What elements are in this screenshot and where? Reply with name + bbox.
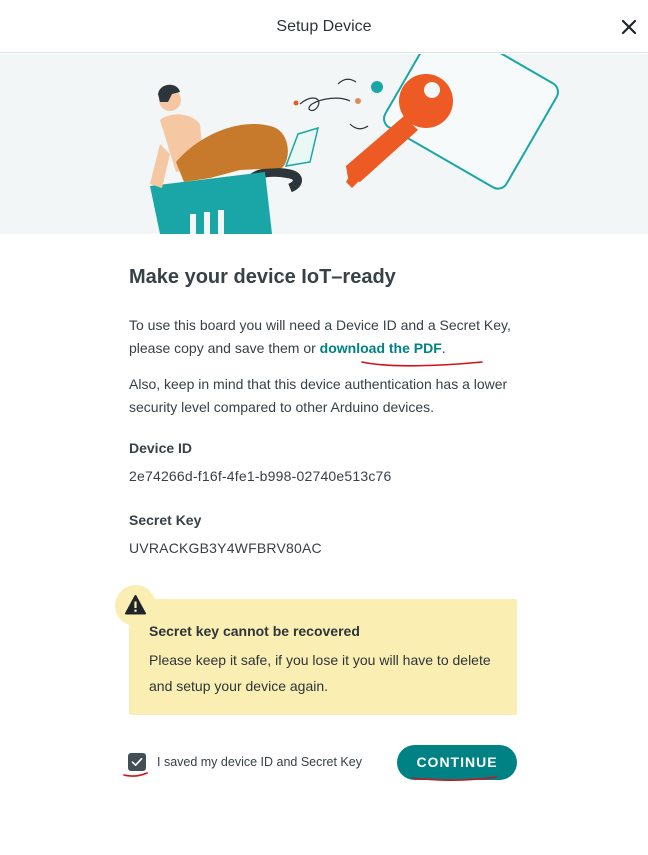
security-note-paragraph: Also, keep in mind that this device auth… xyxy=(129,376,508,415)
close-button[interactable] xyxy=(616,14,642,40)
dialog-title: Setup Device xyxy=(276,18,372,35)
secret-key-value: UVRACKGB3Y4WFBRV80AC xyxy=(129,540,322,556)
warning-box: Secret key cannot be recovered Please ke… xyxy=(129,599,517,715)
warning-title: Secret key cannot be recovered xyxy=(149,623,360,639)
secret-key-label: Secret Key xyxy=(129,512,202,528)
instructions-paragraph: To use this board you will need a Device… xyxy=(129,314,519,360)
instructions-end: . xyxy=(441,340,446,356)
download-pdf-link[interactable]: download the PDF xyxy=(320,340,442,356)
warning-icon xyxy=(125,595,146,615)
underline-download-link xyxy=(361,361,483,367)
underline-checkbox xyxy=(123,772,148,777)
close-icon xyxy=(621,19,637,35)
check-icon xyxy=(131,758,143,766)
hero-illustration xyxy=(0,54,648,234)
device-id-label: Device ID xyxy=(129,440,193,456)
dialog-header: Setup Device xyxy=(0,0,648,53)
warning-text: Please keep it safe, if you lose it you … xyxy=(149,652,491,694)
setup-device-dialog: Setup Device Make your device IoT–ready … xyxy=(0,0,648,855)
page-title: Make your device IoT–ready xyxy=(129,266,396,288)
person-with-key-illustration xyxy=(150,54,559,234)
continue-button[interactable]: CONTINUE xyxy=(397,745,517,780)
saved-credentials-checkbox[interactable] xyxy=(128,753,146,771)
warning-badge xyxy=(115,585,156,626)
checkbox-label: I saved my device ID and Secret Key xyxy=(157,755,362,769)
device-id-value: 2e74266d-f16f-4fe1-b998-02740e513c76 xyxy=(129,468,392,484)
